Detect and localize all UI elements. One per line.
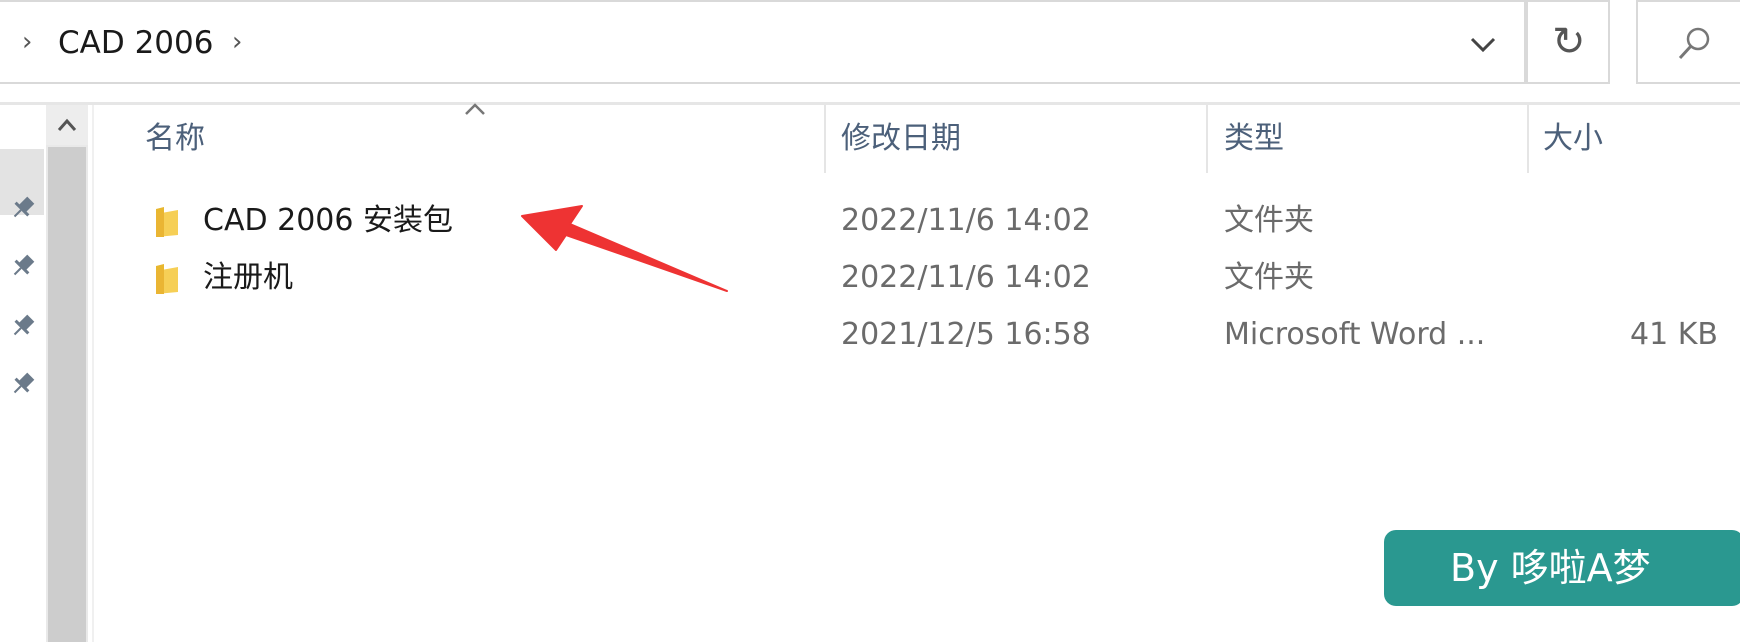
watermark-badge: By 哆啦A梦 [1384,530,1740,606]
